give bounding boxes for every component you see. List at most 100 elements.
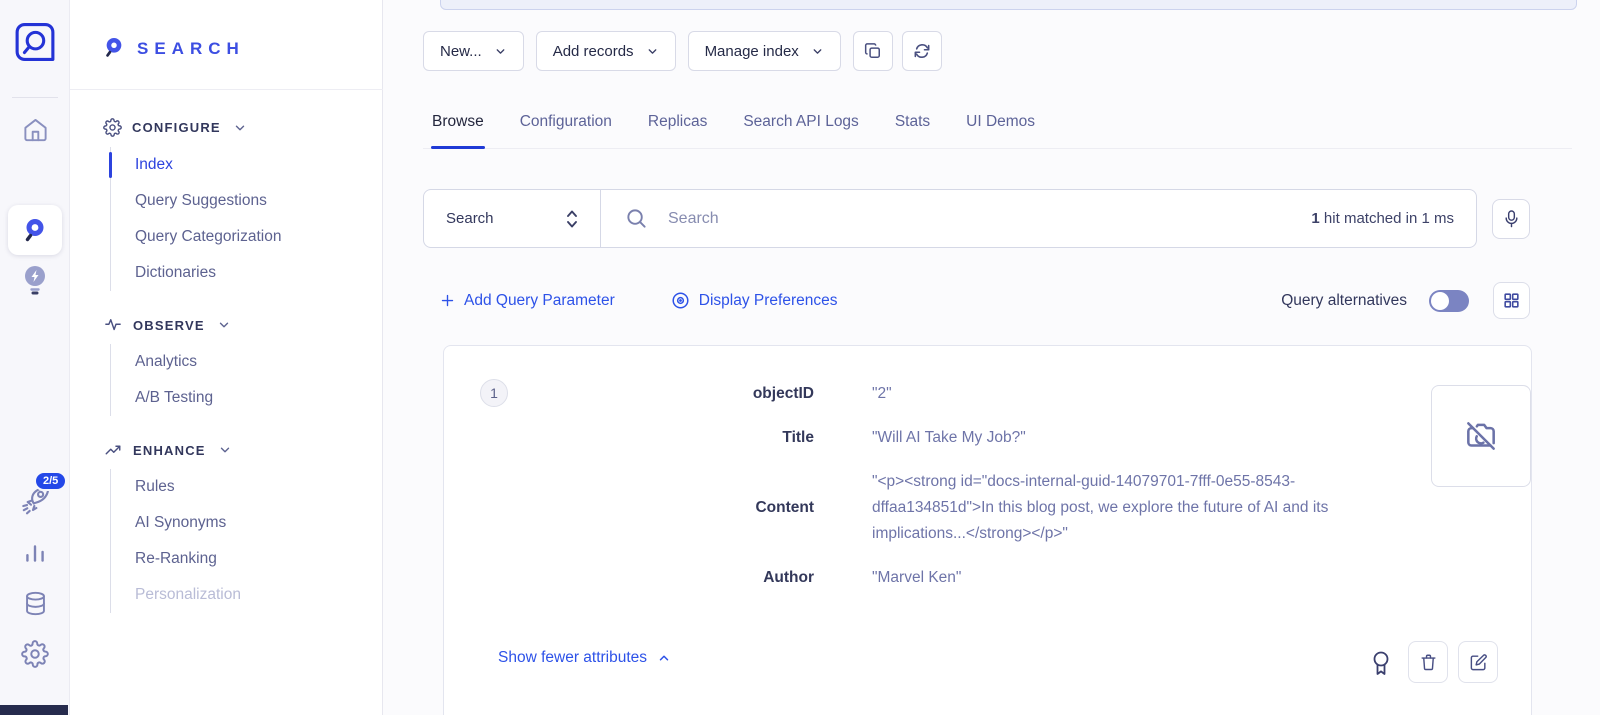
recommend-bulb-icon[interactable] — [0, 263, 70, 295]
tab-search-api-logs[interactable]: Search API Logs — [743, 101, 858, 147]
updown-chevrons-icon — [564, 208, 580, 230]
tab-browse[interactable]: Browse — [432, 101, 484, 147]
rail-bottom-strip — [0, 705, 68, 715]
refresh-icon — [912, 41, 932, 61]
copy-button[interactable] — [853, 31, 893, 71]
tab-configuration[interactable]: Configuration — [520, 101, 612, 147]
sidebar-item-ai-synonyms[interactable]: AI Synonyms — [111, 505, 382, 541]
copy-icon — [863, 41, 883, 61]
algolia-dashboard: 2/5 — [0, 0, 1600, 715]
chevron-up-icon — [657, 651, 671, 665]
chevron-down-icon — [646, 45, 659, 58]
hits-text: hit matched in 1 ms — [1320, 210, 1454, 227]
ranking-info-button[interactable] — [1369, 649, 1395, 677]
tab-stats[interactable]: Stats — [895, 101, 930, 147]
sidebar-item-dictionaries[interactable]: Dictionaries — [111, 255, 382, 291]
refresh-button[interactable] — [902, 31, 942, 71]
query-alternatives-label: Query alternatives — [1281, 292, 1407, 310]
attribute-value: "<p><strong id="docs-internal-guid-14079… — [872, 469, 1396, 547]
hits-count: 1 — [1311, 210, 1319, 227]
add-query-parameter-button[interactable]: Add Query Parameter — [440, 292, 615, 310]
display-preferences-button[interactable]: Display Preferences — [671, 291, 838, 310]
attribute-name: Content — [444, 495, 814, 521]
voice-search-button[interactable] — [1492, 199, 1530, 239]
search-scope-select[interactable]: Search — [424, 190, 601, 247]
camera-off-icon — [1462, 417, 1500, 455]
settings-gear-icon[interactable] — [0, 640, 70, 668]
manage-index-label: Manage index — [705, 43, 799, 60]
search-icon — [625, 207, 648, 230]
grid-view-button[interactable] — [1493, 282, 1530, 319]
section-configure-header[interactable]: CONFIGURE — [103, 118, 382, 137]
section-enhance-label: ENHANCE — [133, 443, 206, 458]
eye-icon — [671, 291, 690, 310]
pulse-icon — [103, 316, 123, 334]
algolia-logo-icon[interactable] — [13, 20, 57, 64]
chevron-down-icon — [233, 121, 247, 135]
bar-chart-icon[interactable] — [0, 540, 70, 566]
image-preview-placeholder[interactable] — [1431, 385, 1531, 487]
hit-attributes: objectID "2" Title "Will AI Take My Job?… — [444, 381, 1396, 609]
display-preferences-label: Display Preferences — [699, 292, 838, 310]
usage-badge: 2/5 — [34, 471, 67, 491]
sidebar-item-re-ranking[interactable]: Re-Ranking — [111, 541, 382, 577]
new-button-label: New... — [440, 43, 482, 60]
hit-card-footer: Show fewer attributes — [444, 641, 1531, 687]
section-configure: CONFIGURE Index Query Suggestions Query … — [103, 118, 382, 291]
attribute-row-objectid: objectID "2" — [444, 381, 1396, 407]
show-fewer-attributes-label: Show fewer attributes — [498, 649, 647, 667]
chevron-down-icon — [811, 45, 824, 58]
attribute-row-title: Title "Will AI Take My Job?" — [444, 425, 1396, 451]
query-alternatives-toggle[interactable] — [1429, 290, 1469, 312]
sidebar-item-rules[interactable]: Rules — [111, 469, 382, 505]
grid-icon — [1502, 291, 1521, 310]
delete-record-button[interactable] — [1408, 641, 1448, 683]
sidebar-header: SEARCH — [70, 0, 383, 90]
rail-search-active-tile[interactable] — [8, 205, 62, 255]
add-records-button[interactable]: Add records — [536, 31, 676, 71]
search-sidebar: SEARCH CONFIGURE Index Query Suggestions… — [70, 0, 383, 715]
edit-record-button[interactable] — [1458, 641, 1498, 683]
section-enhance-header[interactable]: ENHANCE — [103, 441, 382, 459]
toggle-knob — [1431, 292, 1449, 310]
sidebar-item-analytics[interactable]: Analytics — [111, 344, 382, 380]
search-product-icon — [103, 36, 125, 61]
tab-replicas[interactable]: Replicas — [648, 101, 707, 147]
attribute-row-author: Author "Marvel Ken" — [444, 565, 1396, 591]
home-icon[interactable] — [0, 116, 70, 143]
new-button[interactable]: New... — [423, 31, 524, 71]
query-parameter-row: Add Query Parameter Display Preferences … — [440, 282, 1530, 319]
chevron-down-icon — [494, 45, 507, 58]
trending-up-icon — [103, 441, 123, 459]
tab-ui-demos[interactable]: UI Demos — [966, 101, 1035, 147]
sidebar-item-index[interactable]: Index — [111, 147, 382, 183]
attribute-value: "2" — [872, 381, 1396, 407]
index-selector-partial — [440, 0, 1577, 10]
chevron-down-icon — [217, 318, 231, 332]
add-query-parameter-label: Add Query Parameter — [464, 292, 615, 310]
trash-icon — [1419, 652, 1438, 672]
search-scope-value: Search — [446, 210, 494, 227]
index-tabs: Browse Configuration Replicas Search API… — [423, 100, 1572, 149]
sidebar-item-query-suggestions[interactable]: Query Suggestions — [111, 183, 382, 219]
attribute-name: Title — [444, 425, 814, 451]
attribute-row-content: Content "<p><strong id="docs-internal-gu… — [444, 469, 1396, 547]
show-fewer-attributes-button[interactable]: Show fewer attributes — [498, 649, 671, 667]
section-observe-label: OBSERVE — [133, 318, 205, 333]
sidebar-item-ab-testing[interactable]: A/B Testing — [111, 380, 382, 416]
manage-index-button[interactable]: Manage index — [688, 31, 841, 71]
edit-icon — [1469, 653, 1488, 672]
section-configure-label: CONFIGURE — [132, 120, 221, 135]
rail-divider — [12, 97, 58, 98]
section-enhance: ENHANCE Rules AI Synonyms Re-Ranking Per… — [103, 441, 382, 613]
search-filled-icon — [20, 215, 50, 245]
sidebar-item-personalization[interactable]: Personalization — [111, 577, 382, 613]
attribute-value: "Marvel Ken" — [872, 565, 1396, 591]
section-observe-header[interactable]: OBSERVE — [103, 316, 382, 334]
database-icon[interactable] — [0, 589, 70, 618]
attribute-name: objectID — [444, 381, 814, 407]
configure-gear-icon — [103, 118, 122, 137]
sidebar-item-query-categorization[interactable]: Query Categorization — [111, 219, 382, 255]
sidebar-title: SEARCH — [137, 39, 245, 59]
search-input[interactable] — [668, 210, 1291, 228]
